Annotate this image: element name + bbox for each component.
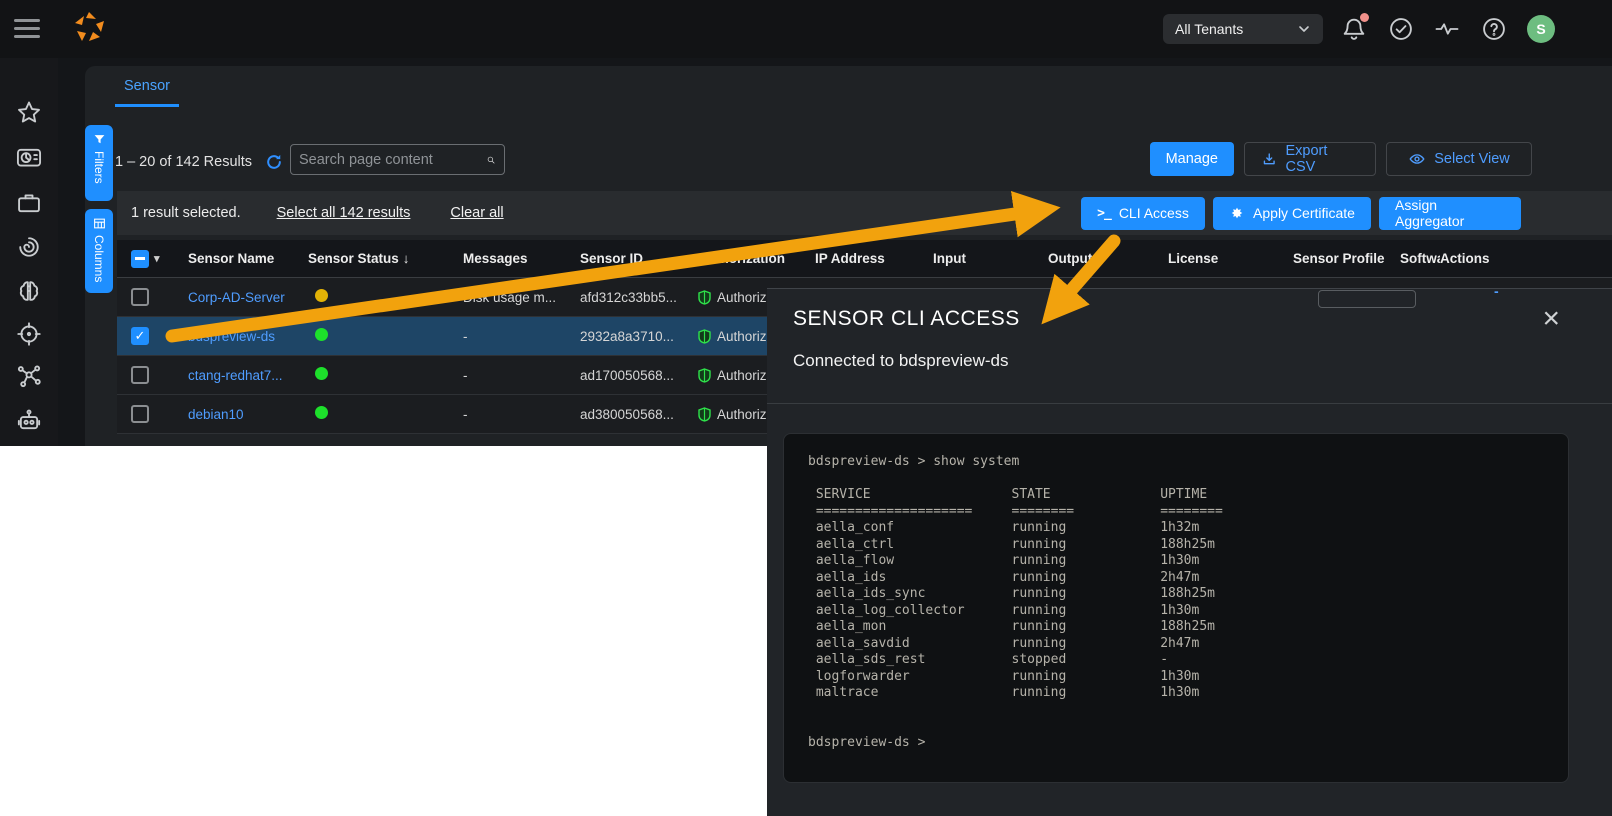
sensor-name-link[interactable]: ctang-redhat7... xyxy=(188,368,283,383)
checkbox-menu-caret-icon[interactable]: ▾ xyxy=(154,252,160,265)
sensor-id-cell: afd312c33bb5... xyxy=(580,290,698,305)
hamburger-menu-icon[interactable] xyxy=(14,19,40,39)
tenant-selector[interactable]: All Tenants xyxy=(1163,14,1323,44)
cli-panel-subtitle: Connected to bdspreview-ds xyxy=(793,351,1008,371)
certificate-seal-icon xyxy=(1229,205,1245,221)
shield-icon xyxy=(698,407,711,422)
header-messages[interactable]: Messages xyxy=(463,251,580,266)
select-all-checkbox[interactable] xyxy=(131,250,149,268)
row-checkbox[interactable] xyxy=(131,366,149,384)
avatar-initial: S xyxy=(1536,21,1545,37)
export-csv-button[interactable]: Export CSV xyxy=(1244,142,1376,176)
messages-cell: - xyxy=(463,407,580,422)
sort-desc-icon: ↓ xyxy=(403,251,410,266)
sensor-name-link[interactable]: debian10 xyxy=(188,407,244,422)
briefcase-icon[interactable] xyxy=(15,189,43,217)
clear-all-link[interactable]: Clear all xyxy=(450,205,503,221)
header-sensor-id[interactable]: Sensor ID xyxy=(580,251,698,266)
results-summary: 1 – 20 of 142 Results xyxy=(115,154,252,170)
shield-icon xyxy=(698,329,711,344)
messages-cell: - xyxy=(463,368,580,383)
sensor-name-link[interactable]: bdspreview-ds xyxy=(188,329,275,344)
cli-terminal[interactable]: bdspreview-ds > show system SERVICE STAT… xyxy=(783,433,1569,783)
spiral-icon[interactable] xyxy=(15,233,43,261)
close-icon[interactable]: × xyxy=(1542,305,1560,333)
network-icon[interactable] xyxy=(15,362,43,390)
header-input[interactable]: Input xyxy=(933,251,1048,266)
cli-access-button[interactable]: >_ CLI Access xyxy=(1081,197,1205,230)
help-icon[interactable] xyxy=(1480,15,1508,43)
eye-icon xyxy=(1408,150,1426,168)
crosshair-icon[interactable] xyxy=(15,320,43,348)
terminal-output: bdspreview-ds > show system SERVICE STAT… xyxy=(808,454,1544,751)
dashboard-icon[interactable] xyxy=(15,144,43,172)
tasks-check-icon[interactable] xyxy=(1387,15,1415,43)
stellar-logo[interactable] xyxy=(70,9,110,49)
header-license[interactable]: License xyxy=(1168,251,1293,266)
actions-cell-fragment: - xyxy=(1494,283,1499,299)
status-dot xyxy=(315,406,328,419)
toolbar-buttons: Manage Export CSV Select View xyxy=(1150,142,1532,176)
status-dot xyxy=(315,289,328,302)
sensor-name-link[interactable]: Corp-AD-Server xyxy=(188,290,285,305)
search-box xyxy=(290,144,505,175)
row-checkbox[interactable]: ✓ xyxy=(131,327,149,345)
panel-divider xyxy=(767,403,1612,404)
header-output[interactable]: Output xyxy=(1048,251,1168,266)
refresh-icon[interactable] xyxy=(264,152,284,172)
system-health-pulse-icon[interactable] xyxy=(1433,15,1461,43)
shield-icon xyxy=(698,290,711,305)
notifications-bell-icon[interactable] xyxy=(1340,15,1368,43)
header-authorization[interactable]: Authorization xyxy=(698,251,815,266)
header-sensor-name[interactable]: Sensor Name xyxy=(188,251,308,266)
sensor-id-cell: ad380050568... xyxy=(580,407,698,422)
header-actions[interactable]: Actions xyxy=(1440,251,1530,266)
columns-side-tab[interactable]: Columns xyxy=(85,209,113,293)
messages-cell: Disk usage m... xyxy=(463,290,580,305)
bulk-action-buttons: >_ CLI Access Apply Certificate Assign A… xyxy=(1081,197,1612,230)
star-icon[interactable] xyxy=(15,99,43,127)
tenant-selector-label: All Tenants xyxy=(1175,21,1243,37)
header-sensor-profile[interactable]: Sensor Profile xyxy=(1293,251,1400,266)
status-dot xyxy=(315,367,328,380)
messages-cell: - xyxy=(463,329,580,344)
sensor-cli-access-panel: SENSOR CLI ACCESS × Connected to bdsprev… xyxy=(767,288,1612,816)
assign-aggregator-button[interactable]: Assign Aggregator xyxy=(1379,197,1521,230)
row-checkbox[interactable] xyxy=(131,405,149,423)
results-summary-row: 1 – 20 of 142 Results xyxy=(115,152,284,172)
select-view-button[interactable]: Select View xyxy=(1386,142,1532,176)
notification-dot xyxy=(1360,13,1369,22)
robot-icon[interactable] xyxy=(15,406,43,434)
row-checkbox[interactable] xyxy=(131,288,149,306)
selection-bar: 1 result selected. Select all 142 result… xyxy=(117,191,1612,235)
header-software-version[interactable]: Software Version xyxy=(1400,251,1440,266)
status-dot xyxy=(315,328,328,341)
left-nav-rail xyxy=(0,58,58,446)
filter-funnel-icon xyxy=(93,133,106,146)
manage-button[interactable]: Manage xyxy=(1150,142,1234,176)
terminal-icon: >_ xyxy=(1097,206,1111,221)
shield-icon xyxy=(698,368,711,383)
select-all-link[interactable]: Select all 142 results xyxy=(277,205,411,221)
header-ip-address[interactable]: IP Address xyxy=(815,251,933,266)
selection-count: 1 result selected. xyxy=(131,205,241,221)
chevron-down-icon xyxy=(1297,22,1311,36)
top-bar: All Tenants S xyxy=(0,0,1612,58)
sensor-id-cell: 2932a8a3710... xyxy=(580,329,698,344)
columns-grid-icon xyxy=(93,217,106,230)
search-icon[interactable] xyxy=(486,151,496,169)
header-sensor-status[interactable]: Sensor Status↓ xyxy=(308,251,463,266)
apply-certificate-button[interactable]: Apply Certificate xyxy=(1213,197,1371,230)
table-header-row: ▾ Sensor Name Sensor Status↓ Messages Se… xyxy=(117,240,1612,278)
filters-side-tab[interactable]: Filters xyxy=(85,125,113,201)
brain-icon[interactable] xyxy=(15,277,43,305)
sensor-id-cell: ad170050568... xyxy=(580,368,698,383)
search-input[interactable] xyxy=(299,152,486,168)
screen: All Tenants S xyxy=(0,0,1612,816)
user-avatar[interactable]: S xyxy=(1527,15,1555,43)
cli-panel-title: SENSOR CLI ACCESS xyxy=(793,307,1020,331)
license-cell-fragment xyxy=(1318,290,1416,308)
download-icon xyxy=(1261,151,1278,168)
tab-sensor[interactable]: Sensor xyxy=(115,78,179,107)
